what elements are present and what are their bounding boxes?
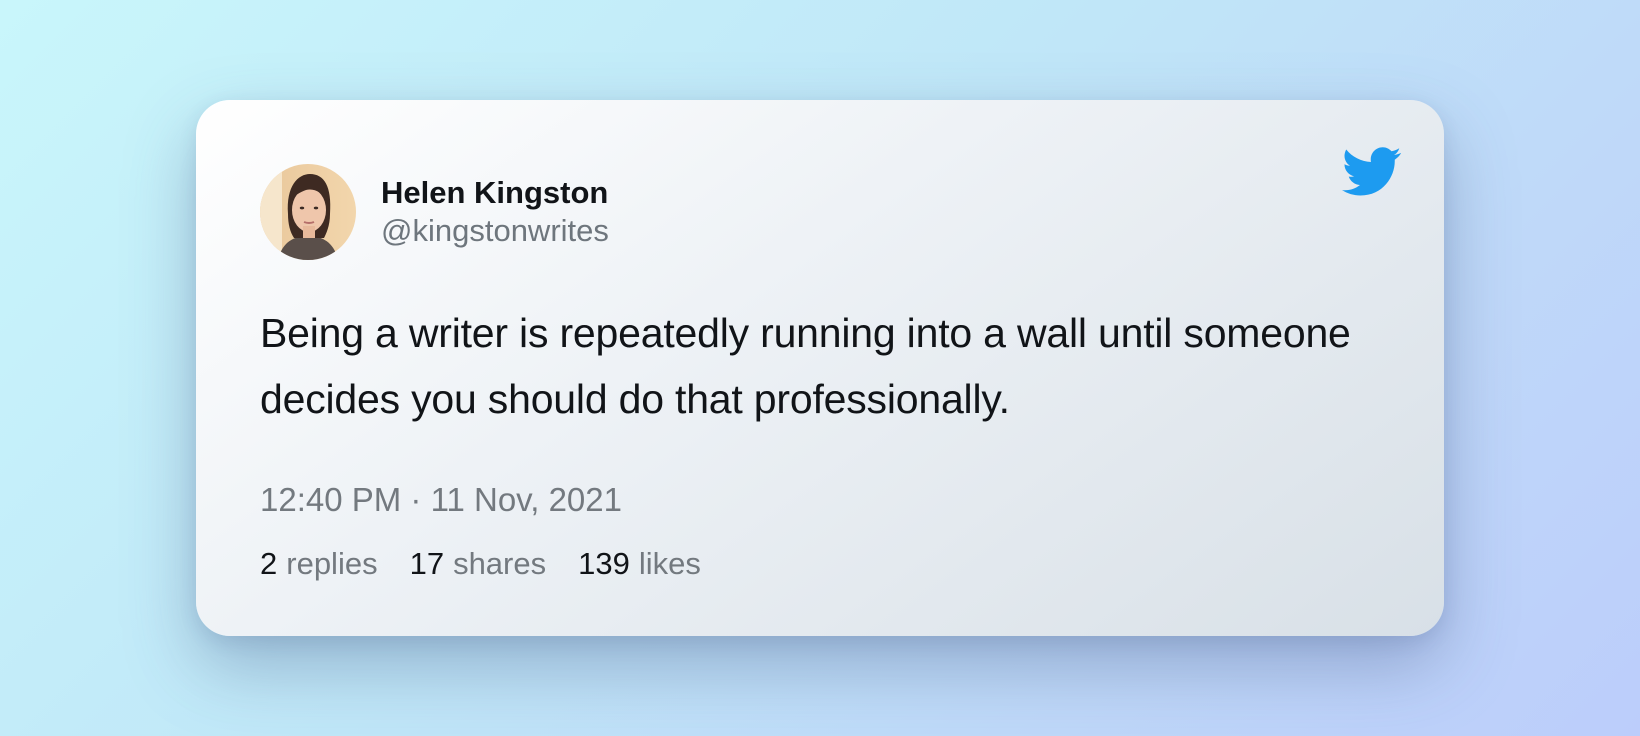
- likes-count: 139: [578, 546, 630, 581]
- likes-stat[interactable]: 139 likes: [578, 542, 701, 586]
- avatar[interactable]: [260, 164, 356, 260]
- replies-label: replies: [286, 546, 378, 581]
- tweet-timestamp[interactable]: 12:40 PM · 11 Nov, 2021: [260, 478, 622, 522]
- twitter-bird-icon[interactable]: [1342, 146, 1402, 198]
- avatar-image: [260, 164, 356, 260]
- user-handle[interactable]: @kingstonwrites: [381, 212, 609, 250]
- shares-count: 17: [409, 546, 445, 581]
- background: Helen Kingston @kingstonwrites Being a w…: [0, 0, 1640, 736]
- tweet-header: Helen Kingston @kingstonwrites: [260, 164, 609, 260]
- twitter-bird-icon-svg: [1342, 147, 1401, 196]
- author-names: Helen Kingston @kingstonwrites: [381, 174, 609, 250]
- tweet-stats: 2 replies 17 shares 139 likes: [260, 542, 733, 586]
- replies-stat[interactable]: 2 replies: [260, 542, 378, 586]
- replies-count: 2: [260, 546, 278, 581]
- tweet-card: Helen Kingston @kingstonwrites Being a w…: [196, 100, 1444, 636]
- shares-label: shares: [453, 546, 547, 581]
- shares-stat[interactable]: 17 shares: [410, 542, 547, 586]
- likes-label: likes: [638, 546, 701, 581]
- tweet-text: Being a writer is repeatedly running int…: [260, 310, 1351, 422]
- display-name[interactable]: Helen Kingston: [381, 174, 609, 212]
